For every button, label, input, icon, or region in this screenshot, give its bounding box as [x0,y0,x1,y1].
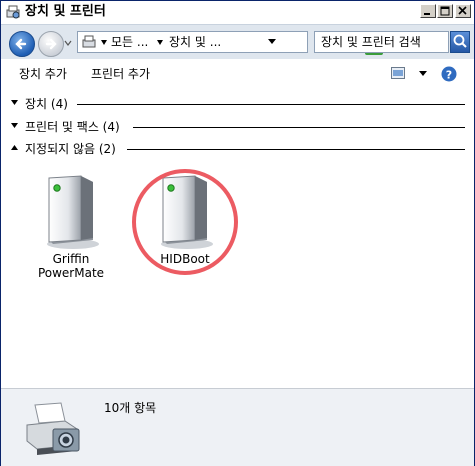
search-icon [453,34,467,48]
close-button[interactable] [455,4,471,18]
back-arrow-icon [15,38,27,50]
view-chevron-down-icon[interactable] [419,71,427,77]
maximize-icon [440,6,450,16]
forward-button[interactable] [38,31,64,57]
command-bar: 장치 추가 프린터 추가 ? [1,59,474,89]
group-header-printers-faxes[interactable]: 프린터 및 팩스 (4) [1,119,474,135]
add-device-button[interactable]: 장치 추가 [19,67,67,81]
printer-camera-icon [26,402,80,455]
minimize-button[interactable] [420,4,436,18]
forward-arrow-icon [45,38,57,50]
title-bar[interactable]: 장치 및 프린터 [1,1,474,23]
group-label: 프린터 및 팩스 (4) [25,119,124,135]
group-header-devices[interactable]: 장치 (4) [1,96,474,112]
generic-device-icon [47,175,99,249]
search-button[interactable] [450,31,470,53]
breadcrumb-chevron-icon[interactable] [101,40,107,46]
group-label: 지정되지 않음 (2) [25,141,120,157]
chevron-down-icon[interactable] [11,100,18,106]
address-box[interactable]: 모든 ... 장치 및 ... [77,31,383,55]
navigation-bar: 모든 ... 장치 및 ... 장치 및 프린터 검색 [1,24,474,60]
help-icon[interactable]: ? [441,66,457,82]
breadcrumb-devices-printers[interactable]: 장치 및 ... [169,34,221,50]
close-icon [458,6,467,15]
recent-pages-chevron-down-icon[interactable] [64,39,72,47]
group-divider [133,127,465,128]
add-printer-button[interactable]: 프린터 추가 [91,67,150,81]
address-history-chevron-down-icon[interactable] [268,39,276,45]
breadcrumb-all-items[interactable]: 모든 ... [111,34,148,50]
window-title: 장치 및 프린터 [25,4,106,19]
back-button[interactable] [9,31,35,57]
view-options-icon[interactable] [391,67,405,80]
details-pane: 10개 항목 [1,388,474,466]
search-input[interactable]: 장치 및 프린터 검색 [314,31,449,53]
device-item-griffin-powermate[interactable]: Griffin PowerMate [16,174,126,280]
group-label: 장치 (4) [25,96,72,112]
device-label: Griffin [52,252,90,266]
breadcrumb-chevron-icon[interactable] [157,40,163,46]
device-label: PowerMate [37,266,105,280]
group-header-unspecified[interactable]: 지정되지 않음 (2) [1,141,474,157]
maximize-button[interactable] [437,4,453,18]
group-divider [77,104,465,105]
svg-text:?: ? [446,69,452,82]
search-placeholder: 장치 및 프린터 검색 [321,35,421,49]
chevron-up-icon[interactable] [11,145,18,151]
devices-printers-icon [82,35,96,48]
group-divider [127,149,465,150]
highlight-circle [132,169,238,275]
devices-and-printers-window: 장치 및 프린터 모든 ... 장치 및 ... 장치 및 프린터 검색 장치 … [0,0,475,466]
minimize-icon [424,13,430,15]
item-count: 10개 항목 [104,401,157,415]
devices-printers-icon [6,5,20,19]
chevron-down-icon[interactable] [11,123,18,129]
